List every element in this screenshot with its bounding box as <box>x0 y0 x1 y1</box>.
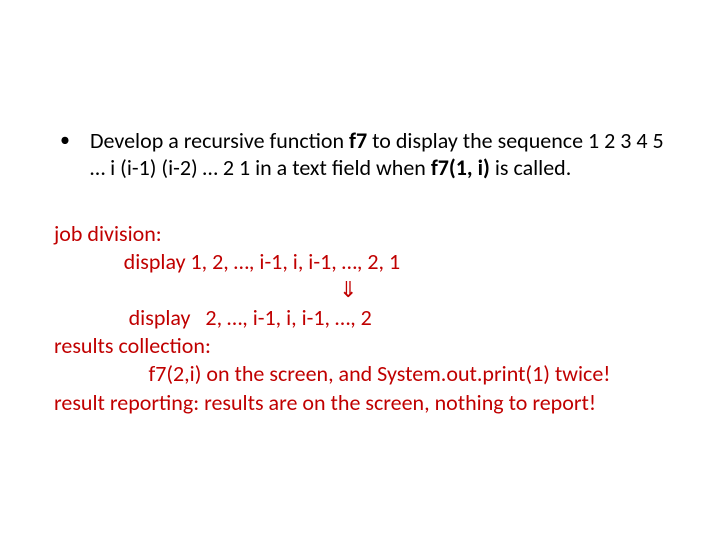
slide-content: • Develop a recursive function f7 to dis… <box>54 128 674 417</box>
red-line-4: results collection: <box>54 332 674 360</box>
red-arrow: ⇓ <box>54 276 674 304</box>
red-explanation: job division: display 1, 2, …, i-1, i, i… <box>54 220 674 417</box>
red-line-1: job division: <box>54 220 674 248</box>
bullet-marker: • <box>54 128 90 152</box>
red-line-3: display 2, …, i-1, i, i-1, …, 2 <box>54 304 674 332</box>
bullet-fn: f7 <box>349 127 367 154</box>
red-line-6: result reporting: results are on the scr… <box>54 389 674 417</box>
red-line-2: display 1, 2, …, i-1, i, i-1, …, 2, 1 <box>54 248 674 276</box>
bullet-item: • Develop a recursive function f7 to dis… <box>54 128 674 182</box>
slide: • Develop a recursive function f7 to dis… <box>0 0 720 540</box>
bullet-seg1: Develop a recursive function <box>90 127 349 154</box>
bullet-text: Develop a recursive function f7 to displ… <box>90 128 674 182</box>
bullet-seg3: is called. <box>490 154 571 181</box>
red-line-5: f7(2,i) on the screen, and System.out.pr… <box>54 360 674 388</box>
bullet-call: f7(1, i) <box>431 154 490 181</box>
